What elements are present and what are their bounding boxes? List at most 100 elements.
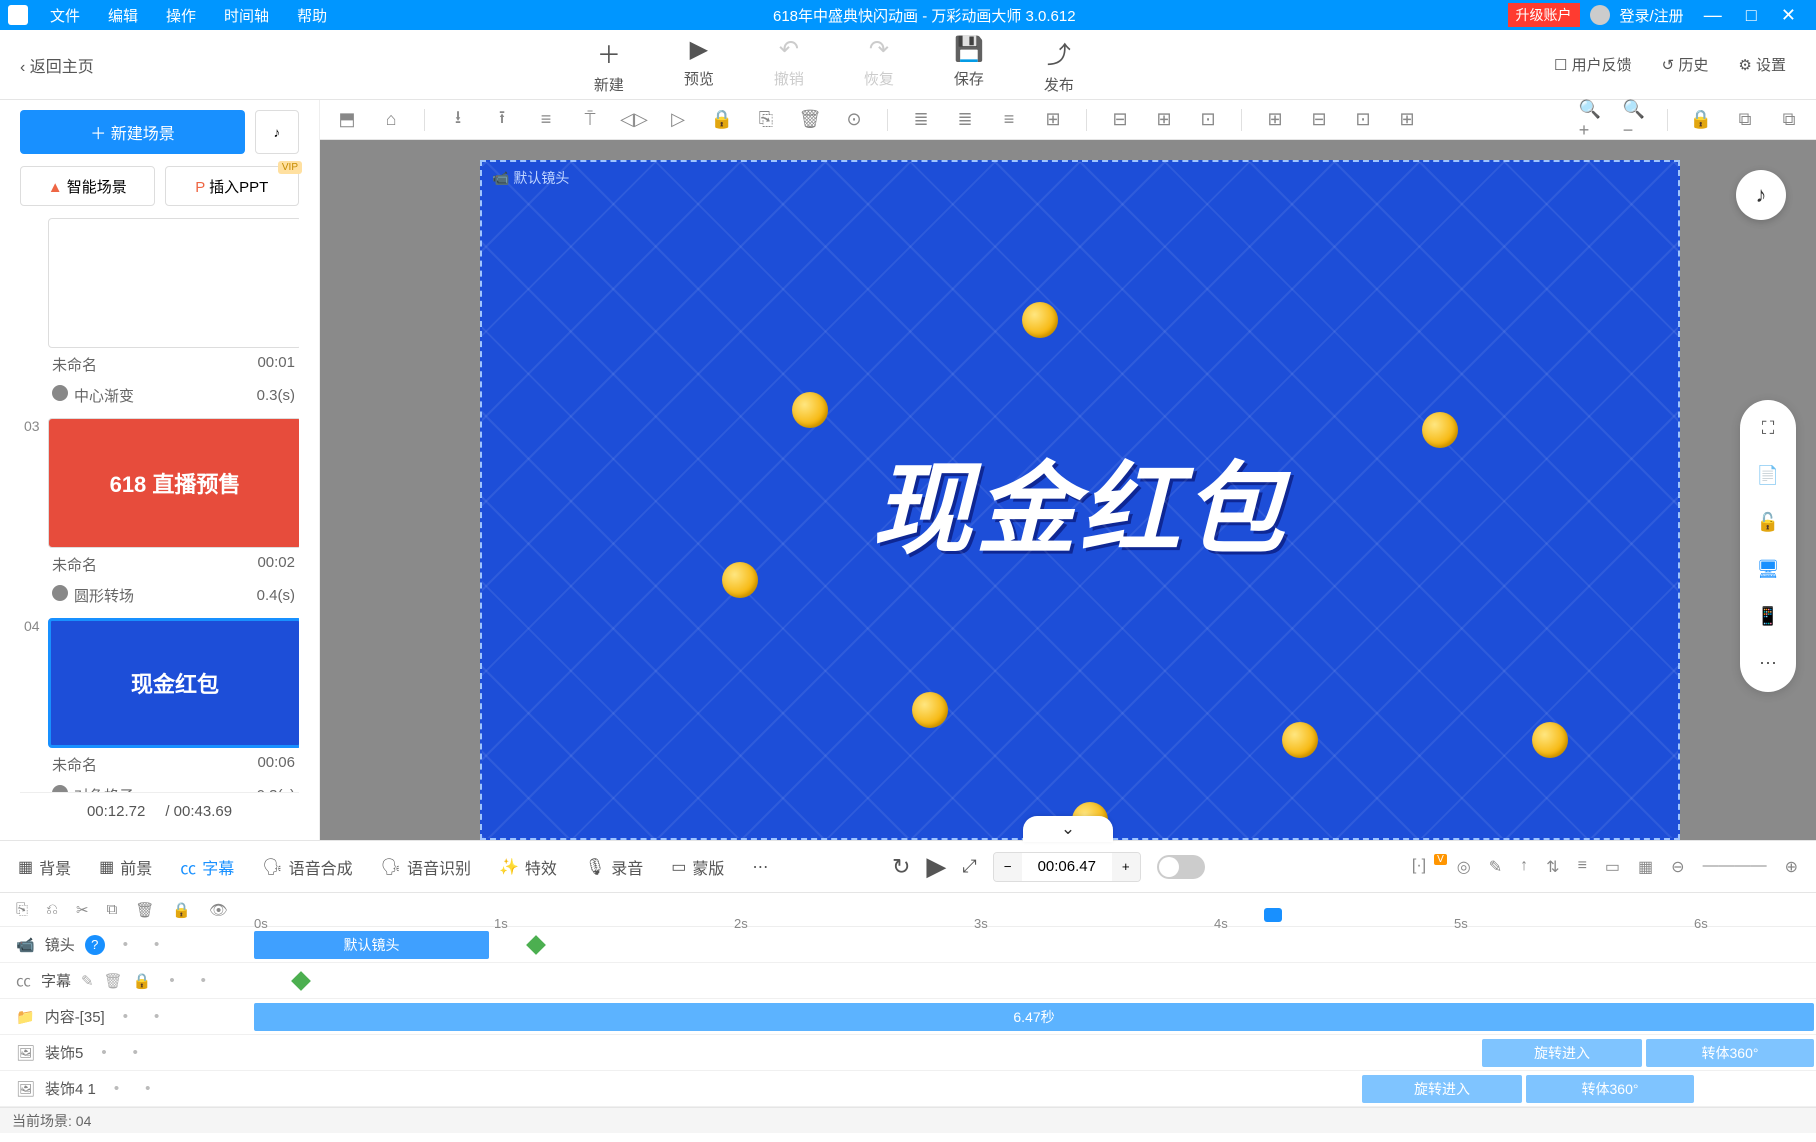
canvas-tool-icon[interactable]: 🗑 <box>799 109 821 131</box>
timeline-track[interactable]: 默认镜头 <box>254 927 1816 962</box>
scene-thumbnail[interactable] <box>48 218 299 348</box>
tl-tool-icon[interactable]: 👁 <box>209 901 228 919</box>
timeline-tool-icon[interactable]: ↑ <box>1520 857 1528 877</box>
canvas-tool-icon[interactable]: 🔒 <box>711 109 733 131</box>
timeline-track[interactable]: 旋转进入转体360° <box>254 1035 1816 1070</box>
canvas-tool-icon[interactable]: ⭱ <box>491 109 513 131</box>
timeline-tool-icon[interactable]: [·]V <box>1412 857 1439 877</box>
topright-⚙ 设置[interactable]: ⚙ 设置 <box>1738 54 1786 75</box>
maximize-button[interactable]: □ <box>1736 5 1767 25</box>
tl-tool-icon[interactable]: 🔒 <box>172 901 191 919</box>
keyframe-diamond[interactable] <box>526 935 546 955</box>
canvas-tool-icon[interactable]: ▷ <box>667 109 689 131</box>
login-register-button[interactable]: 登录/注册 <box>1620 5 1684 26</box>
canvas-tool-icon[interactable]: ≣ <box>910 109 932 131</box>
tl-tool-icon[interactable]: ⧉ <box>107 901 118 918</box>
menu-编辑[interactable]: 编辑 <box>94 5 152 26</box>
view-mode-icon[interactable]: 🖥 <box>1757 559 1780 580</box>
tab-字幕[interactable]: ㏄字幕 <box>180 855 234 879</box>
coin-decoration[interactable] <box>1532 722 1568 758</box>
insert-ppt-button[interactable]: P 插入PPTVIP <box>165 166 300 206</box>
help-icon[interactable]: ? <box>85 935 105 955</box>
row-keyframe-dot[interactable]: • <box>146 936 167 953</box>
play-icon[interactable] <box>52 585 68 601</box>
timeline-tool-icon[interactable]: ⊖ <box>1671 857 1684 877</box>
tl-tool-icon[interactable]: ✂ <box>76 901 89 919</box>
canvas-tool-icon[interactable]: 🔒 <box>1690 109 1712 131</box>
collapse-canvas-button[interactable]: ⌄ <box>1023 816 1113 842</box>
row-keyframe-dot[interactable]: • <box>93 1044 114 1061</box>
row-tool-icon[interactable]: 🗑 <box>104 972 123 990</box>
canvas-stage[interactable]: 📹 默认镜头 现金红包 <box>480 160 1680 840</box>
menu-文件[interactable]: 文件 <box>36 5 94 26</box>
timeline-tool-icon[interactable]: ▭ <box>1605 857 1620 877</box>
time-plus-button[interactable]: + <box>1112 853 1140 881</box>
topright-☐ 用户反馈[interactable]: ☐ 用户反馈 <box>1554 54 1632 75</box>
tl-tool-icon[interactable]: 🗑 <box>135 901 154 919</box>
view-mode-icon[interactable]: 📱 <box>1757 606 1779 627</box>
canvas-tool-icon[interactable]: ⌂ <box>380 109 402 131</box>
canvas-tool-icon[interactable]: ⊟ <box>1109 109 1131 131</box>
keyframe-diamond[interactable] <box>291 971 311 991</box>
timeline-tool-icon[interactable]: ✎ <box>1489 857 1502 877</box>
canvas-tool-icon[interactable]: ≣ <box>954 109 976 131</box>
canvas-tool-icon[interactable]: ⊞ <box>1396 109 1418 131</box>
canvas-tool-icon[interactable]: ⊟ <box>1308 109 1330 131</box>
minimize-button[interactable]: — <box>1694 5 1732 25</box>
smart-scene-button[interactable]: ▲ 智能场景 <box>20 166 155 206</box>
timeline-tool-icon[interactable]: ⇅ <box>1546 857 1559 877</box>
tab-蒙版[interactable]: ▭蒙版 <box>671 855 724 879</box>
coin-decoration[interactable] <box>722 562 758 598</box>
scene-thumbnail[interactable]: 618 直播预售 <box>48 418 299 548</box>
play-icon[interactable] <box>52 785 68 792</box>
scene-thumbnail[interactable]: 现金红包 <box>48 618 299 748</box>
row-tool-icon[interactable]: ✎ <box>81 972 94 990</box>
tl-tool-icon[interactable]: ⎌ <box>46 901 58 918</box>
timeline-track[interactable] <box>254 963 1816 998</box>
timeline-tool-icon[interactable]: ◎ <box>1457 857 1471 877</box>
expand-button[interactable]: ⤢ <box>962 856 976 877</box>
action-发布[interactable]: ⤴发布 <box>1044 35 1074 95</box>
menu-帮助[interactable]: 帮助 <box>283 5 341 26</box>
timeline-tool-icon[interactable]: ⊕ <box>1785 857 1798 877</box>
tab-前景[interactable]: ▦前景 <box>99 855 152 879</box>
timeline-clip[interactable]: 转体360° <box>1526 1075 1694 1103</box>
row-keyframe-dot[interactable]: • <box>125 1044 146 1061</box>
action-保存[interactable]: 💾保存 <box>954 35 984 95</box>
view-mode-icon[interactable]: ⛶ <box>1762 418 1775 439</box>
row-keyframe-dot[interactable]: • <box>193 972 214 989</box>
row-keyframe-dot[interactable]: • <box>106 1080 127 1097</box>
coin-decoration[interactable] <box>1282 722 1318 758</box>
row-keyframe-dot[interactable]: • <box>137 1080 158 1097</box>
canvas-tool-icon[interactable]: ◁▷ <box>623 109 645 131</box>
tab-[interactable]: ⋯ <box>752 855 774 879</box>
music-button[interactable]: ♪ <box>255 110 299 154</box>
tab-背景[interactable]: ▦背景 <box>18 855 71 879</box>
timeline-clip[interactable]: 转体360° <box>1646 1039 1814 1067</box>
canvas-tool-icon[interactable]: ⍑ <box>579 109 601 131</box>
tab-语音合成[interactable]: 🗣语音合成 <box>262 855 352 879</box>
canvas-tool-icon[interactable]: ⊞ <box>1153 109 1175 131</box>
back-home-button[interactable]: ‹ 返回主页 <box>0 53 114 77</box>
coin-decoration[interactable] <box>792 392 828 428</box>
scene-item[interactable]: 未命名00:01中心渐变0.3(s) <box>20 218 299 410</box>
canvas-tool-icon[interactable]: 🔍− <box>1623 109 1645 131</box>
tab-语音识别[interactable]: 🗣语音识别 <box>381 855 471 879</box>
canvas-tool-icon[interactable]: ⊡ <box>1197 109 1219 131</box>
tab-特效[interactable]: ✨特效 <box>499 855 557 879</box>
coin-decoration[interactable] <box>1422 412 1458 448</box>
timeline-clip[interactable]: 旋转进入 <box>1482 1039 1642 1067</box>
timeline-tool-icon[interactable]: ———— <box>1703 857 1767 877</box>
play-icon[interactable] <box>52 385 68 401</box>
timeline-clip[interactable]: 旋转进入 <box>1362 1075 1522 1103</box>
coin-decoration[interactable] <box>1022 302 1058 338</box>
row-keyframe-dot[interactable]: • <box>115 936 136 953</box>
row-keyframe-dot[interactable]: • <box>115 1008 136 1025</box>
time-input[interactable] <box>1022 853 1112 881</box>
canvas-tool-icon[interactable]: ⊞ <box>1264 109 1286 131</box>
play-button[interactable]: ▶ <box>926 851 946 882</box>
row-tool-icon[interactable]: 🔒 <box>133 972 152 990</box>
row-keyframe-dot[interactable]: • <box>161 972 182 989</box>
toggle-switch[interactable] <box>1157 855 1205 879</box>
action-新建[interactable]: ＋新建 <box>594 35 624 95</box>
